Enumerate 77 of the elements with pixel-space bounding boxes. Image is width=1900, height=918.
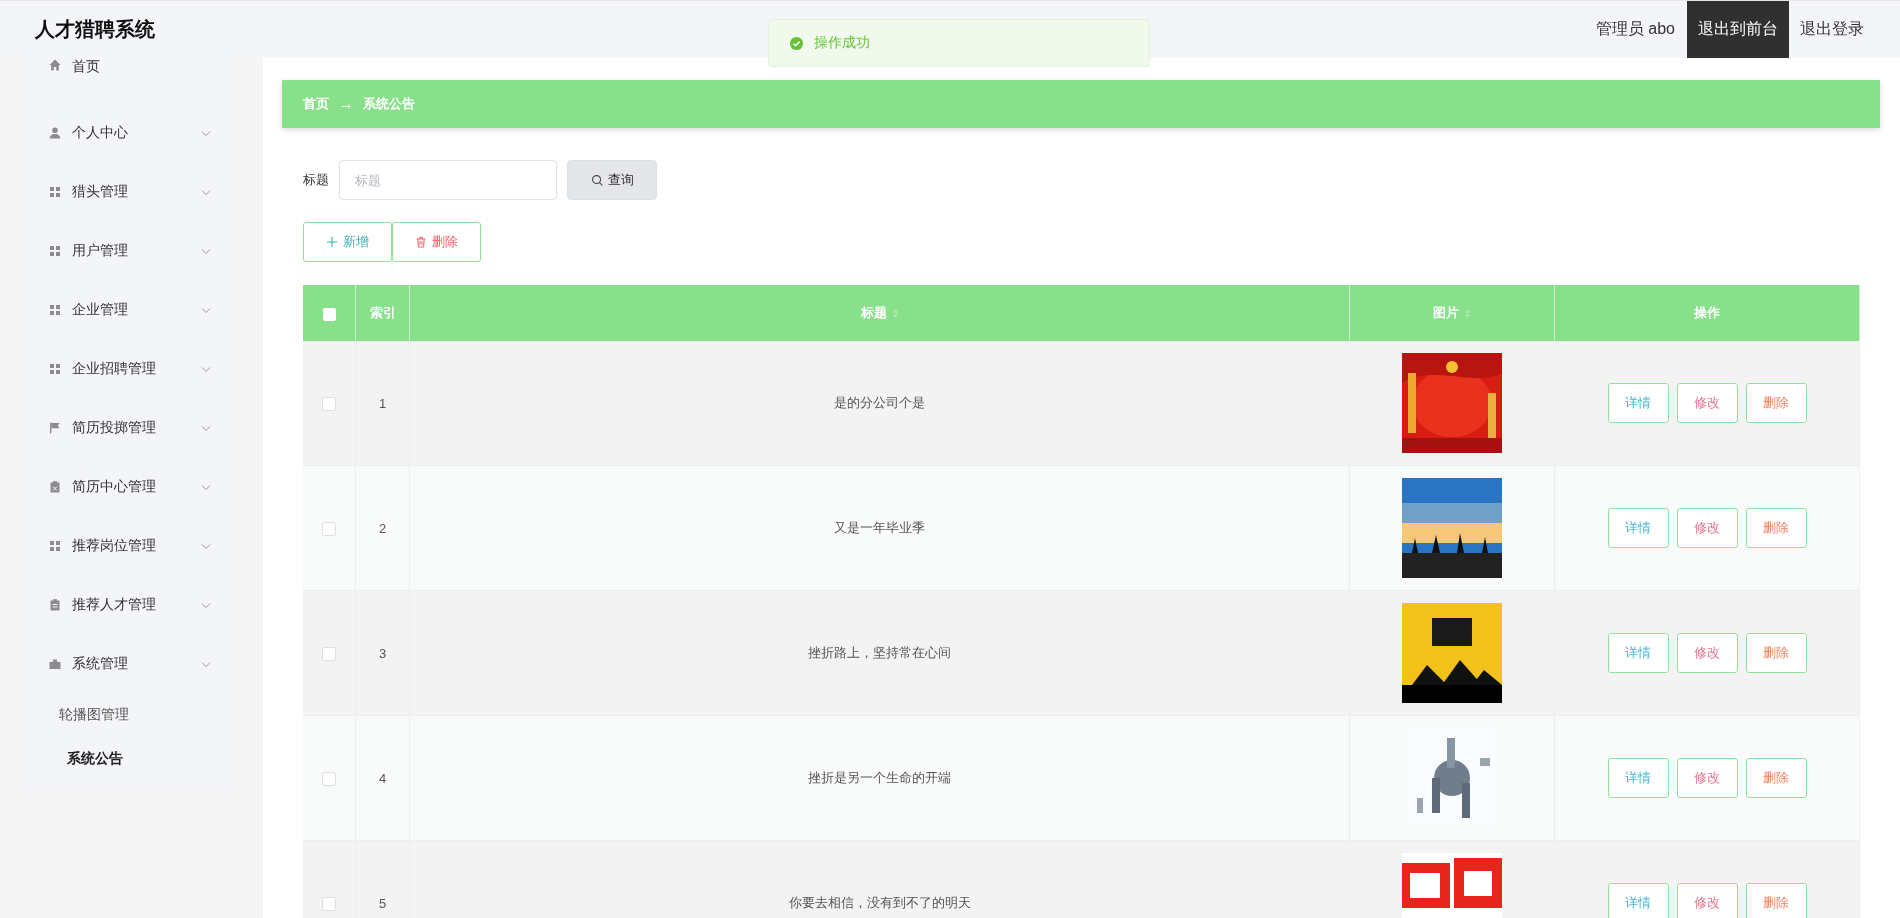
app-title: 人才猎聘系统 [35, 17, 155, 42]
column-header: 图片 [1349, 285, 1555, 341]
index-cell: 4 [355, 715, 410, 841]
row-checkbox[interactable] [322, 771, 336, 786]
grid-icon [48, 243, 62, 258]
title-cell: 挫折是另一个生命的开端 [409, 715, 1350, 841]
search-icon [590, 173, 604, 187]
row-action-button[interactable]: 修改 [1676, 383, 1738, 423]
sidebar-item[interactable]: 简历中心管理 [22, 457, 232, 516]
clip-x-icon [48, 479, 62, 494]
row-action-button[interactable]: 修改 [1676, 633, 1738, 673]
row-action-button[interactable]: 删除 [1745, 633, 1807, 673]
home-icon [48, 58, 62, 72]
sort-icon [1464, 308, 1471, 320]
row-action-button[interactable]: 详情 [1607, 883, 1669, 918]
grid-icon [48, 361, 62, 376]
grid-icon [48, 302, 62, 317]
user-icon [48, 125, 62, 140]
row-action-button[interactable]: 删除 [1745, 508, 1807, 548]
sort-icon [891, 308, 899, 320]
sidebar-item[interactable]: 推荐岗位管理 [22, 516, 232, 575]
check-circle-icon [789, 35, 804, 51]
row-action-button[interactable]: 详情 [1607, 633, 1669, 673]
sidebar-subitem[interactable]: 轮播图管理 [22, 693, 232, 737]
sidebar-subitem[interactable]: 系统公告 [22, 737, 232, 781]
sidebar-item[interactable]: 首页 [22, 58, 232, 88]
delete-button[interactable]: 删除 [392, 222, 481, 262]
sidebar-item[interactable]: 推荐人才管理 [22, 575, 232, 634]
index-cell: 2 [355, 465, 410, 591]
row-action-button[interactable]: 修改 [1676, 883, 1738, 918]
row-checkbox[interactable] [322, 896, 336, 911]
clip-icon [48, 597, 62, 612]
sidebar-item[interactable]: 用户管理 [22, 221, 232, 280]
row-checkbox[interactable] [322, 521, 336, 536]
title-cell: 又是一年毕业季 [409, 465, 1350, 591]
user-name: 管理员 abo [1595, 19, 1675, 39]
row-action-button[interactable]: 详情 [1607, 508, 1669, 548]
flag-icon [48, 420, 62, 435]
title-cell: 挫折路上，坚持常在心间 [409, 590, 1350, 716]
row-action-button[interactable]: 详情 [1607, 758, 1669, 798]
breadcrumb-link[interactable]: 首页 [303, 95, 329, 113]
row-checkbox[interactable] [322, 396, 336, 411]
toast-message: 操作成功 [814, 34, 870, 52]
sidebar-item[interactable]: 企业管理 [22, 280, 232, 339]
title-search-field[interactable]: 标题 [339, 160, 557, 200]
title-cell: 是的分公司个是 [409, 341, 1350, 466]
row-action-button[interactable]: 详情 [1607, 383, 1669, 423]
sidebar-item[interactable]: 个人中心 [22, 103, 232, 162]
index-cell: 5 [355, 840, 410, 918]
row-action-button[interactable]: 删除 [1745, 883, 1807, 918]
row-checkbox[interactable] [322, 646, 336, 661]
search-label: 标题 [303, 171, 329, 189]
sidebar-item[interactable]: 简历投掷管理 [22, 398, 232, 457]
column-header: 操作 [1554, 285, 1860, 341]
search-button[interactable]: 查询 [567, 160, 657, 200]
header-link[interactable]: 退出登录 [1789, 0, 1875, 59]
select-all-checkbox[interactable] [322, 307, 336, 321]
column-header: 标题 [409, 285, 1350, 341]
breadcrumb-link[interactable]: 系统公告 [363, 95, 415, 113]
breadcrumb-separator: → [338, 95, 354, 113]
index-cell: 1 [355, 341, 410, 466]
trash-icon [415, 236, 427, 248]
header-link[interactable]: 退出到前台 [1687, 0, 1789, 59]
row-action-button[interactable]: 修改 [1676, 508, 1738, 548]
row-action-button[interactable]: 删除 [1745, 383, 1807, 423]
sidebar-item[interactable]: 企业招聘管理 [22, 339, 232, 398]
row-action-button[interactable]: 修改 [1676, 758, 1738, 798]
plus-icon [326, 236, 338, 248]
add-button[interactable]: 新增 [303, 222, 392, 262]
column-header: 索引 [355, 285, 410, 341]
grid-icon [48, 538, 62, 553]
sidebar-item[interactable]: 猎头管理 [22, 162, 232, 221]
sidebar-item[interactable]: 系统管理 [22, 634, 232, 693]
title-cell: 你要去相信，没有到不了的明天 [409, 840, 1350, 918]
index-cell: 3 [355, 590, 410, 716]
row-action-button[interactable]: 删除 [1745, 758, 1807, 798]
grid-icon [48, 184, 62, 199]
